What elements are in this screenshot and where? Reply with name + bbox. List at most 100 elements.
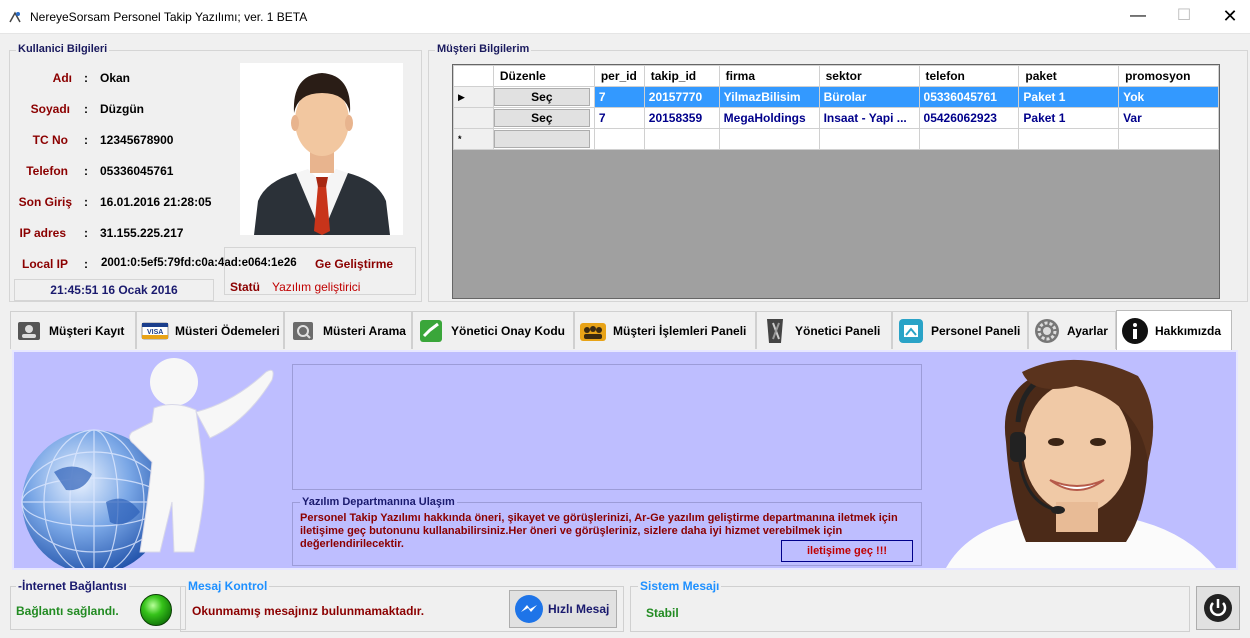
search-folder-icon [289, 317, 317, 345]
edit-cell [492, 128, 595, 150]
customers-table: Düzenle per_id takip_id firma sektor tel… [453, 65, 1219, 150]
select-row-button[interactable]: Seç [494, 88, 590, 106]
table-row[interactable]: Seç 7 20158359 MegaHoldings Insaat - Yap… [453, 107, 1219, 129]
status-value: Yazılım geliştirici [272, 280, 361, 294]
settings-icon [1033, 317, 1061, 345]
empty-cell[interactable] [818, 128, 920, 150]
fast-message-label: Hızlı Mesaj [548, 602, 610, 616]
tab-label: Personel Paneli [931, 323, 1021, 338]
tab-ayarlar[interactable]: Ayarlar [1028, 311, 1116, 349]
tab-label: Müşteri İşlemleri Paneli [613, 323, 747, 338]
contact-title: Yazılım Departmanına Ulaşım [300, 496, 457, 508]
column-header[interactable]: firma [718, 65, 820, 87]
row-header-corner [453, 65, 494, 87]
cell-paket[interactable]: Paket 1 [1018, 107, 1120, 129]
column-header[interactable]: sektor [818, 65, 920, 87]
column-header[interactable]: takip_id [643, 65, 720, 87]
value-tc-no: 12345678900 [100, 133, 174, 147]
column-header[interactable]: Düzenle [492, 65, 595, 87]
tab-label: Ayarlar [1067, 323, 1108, 338]
tab-musteri-kayit[interactable]: Müşteri Kayıt [10, 311, 136, 349]
colon: : [84, 102, 88, 116]
message-status: Okunmamış mesajınız bulunmamaktadır. [192, 604, 425, 618]
column-header[interactable]: paket [1018, 65, 1120, 87]
tab-hakkimizda[interactable]: Hakkımızda [1116, 310, 1232, 350]
cell-sektor[interactable]: Insaat - Yapi ... [818, 107, 920, 129]
column-header[interactable]: promosyon [1118, 65, 1219, 87]
label-tc-no: TC No [32, 133, 68, 147]
cell-promosyon[interactable]: Yok [1118, 86, 1219, 108]
tab-label: Müşteri Kayıt [49, 323, 125, 338]
table-row[interactable]: ▶ Seç 7 20157770 YilmazBilisim Bürolar 0… [453, 86, 1219, 108]
value-surname: Düzgün [100, 102, 144, 116]
admin-icon [761, 317, 789, 345]
colon: : [84, 195, 88, 209]
tab-label: Müsteri Arama [323, 323, 406, 338]
user-photo [240, 63, 403, 235]
select-row-button[interactable]: Seç [494, 109, 590, 127]
value-ip: 31.155.225.217 [100, 226, 184, 240]
empty-select-button[interactable] [494, 130, 590, 148]
label-phone: Telefon [26, 164, 68, 178]
maximize-button[interactable]: ☐ [1161, 0, 1207, 32]
message-title: Mesaj Kontrol [186, 579, 270, 593]
empty-cell[interactable] [643, 128, 720, 150]
user-card-icon [15, 317, 43, 345]
empty-cell[interactable] [1118, 128, 1219, 150]
empty-cell[interactable] [718, 128, 820, 150]
net-status: Bağlantı sağlandı. [16, 604, 119, 618]
empty-cell[interactable] [918, 128, 1020, 150]
app-logo-icon [9, 11, 21, 23]
tab-musteri-odemeleri[interactable]: VISA Müsteri Ödemeleri [136, 311, 284, 349]
cell-paket[interactable]: Paket 1 [1018, 86, 1120, 108]
current-row-marker-icon: ▶ [453, 86, 494, 108]
customers-grid[interactable]: Düzenle per_id takip_id firma sektor tel… [452, 64, 1220, 299]
cell-firma[interactable]: MegaHoldings [718, 107, 820, 129]
label-ip: IP adres [19, 226, 66, 240]
cell-promosyon[interactable]: Var [1118, 107, 1219, 129]
cell-telefon[interactable]: 05336045761 [918, 86, 1020, 108]
tab-personel-paneli[interactable]: Personel Paneli [892, 311, 1028, 349]
minimize-button[interactable]: — [1115, 0, 1161, 32]
colon: : [84, 164, 88, 178]
column-header[interactable]: telefon [918, 65, 1020, 87]
value-last-login: 16.01.2016 21:28:05 [100, 195, 212, 209]
fast-message-button[interactable]: Hızlı Mesaj [509, 590, 617, 628]
tab-yonetici-paneli[interactable]: Yönetici Paneli [756, 311, 892, 349]
power-icon [1204, 594, 1232, 622]
new-row[interactable]: * [453, 128, 1219, 150]
staff-icon [897, 317, 925, 345]
label-last-login: Son Giriş [18, 195, 72, 209]
colon: : [84, 257, 88, 271]
group-icon [579, 317, 607, 345]
value-phone: 05336045761 [100, 164, 174, 178]
info-icon [1121, 317, 1149, 345]
tab-musteri-arama[interactable]: Müsteri Arama [284, 311, 412, 349]
column-header[interactable]: per_id [593, 65, 645, 87]
tab-label: Yönetici Onay Kodu [451, 323, 566, 338]
close-button[interactable]: ✕ [1207, 0, 1250, 32]
power-button[interactable] [1196, 586, 1240, 630]
message-area[interactable] [292, 364, 922, 490]
label-surname: Soyadı [30, 102, 70, 116]
customers-title: Müşteri Bilgilerim [435, 43, 532, 55]
table-header-row: Düzenle per_id takip_id firma sektor tel… [453, 65, 1219, 87]
contact-button[interactable]: iletişime geç !!! [781, 540, 913, 562]
connection-led-icon [140, 594, 172, 626]
tab-yonetici-onay-kodu[interactable]: Yönetici Onay Kodu [412, 311, 574, 349]
cell-takip-id[interactable]: 20157770 [643, 86, 720, 108]
empty-cell[interactable] [1018, 128, 1120, 150]
cell-per-id[interactable]: 7 [593, 86, 645, 108]
row-header [453, 107, 494, 129]
cell-takip-id[interactable]: 20158359 [643, 107, 720, 129]
cell-telefon[interactable]: 05426062923 [918, 107, 1020, 129]
cell-per-id[interactable]: 7 [593, 107, 645, 129]
visa-card-icon: VISA [141, 317, 169, 345]
system-message-title: Sistem Mesajı [638, 579, 722, 593]
cell-sektor[interactable]: Bürolar [818, 86, 920, 108]
tab-label: Yönetici Paneli [795, 323, 881, 338]
empty-cell[interactable] [593, 128, 645, 150]
tab-musteri-islemleri-paneli[interactable]: Müşteri İşlemleri Paneli [574, 311, 756, 349]
tab-label: Hakkımızda [1155, 323, 1222, 338]
cell-firma[interactable]: YilmazBilisim [718, 86, 820, 108]
